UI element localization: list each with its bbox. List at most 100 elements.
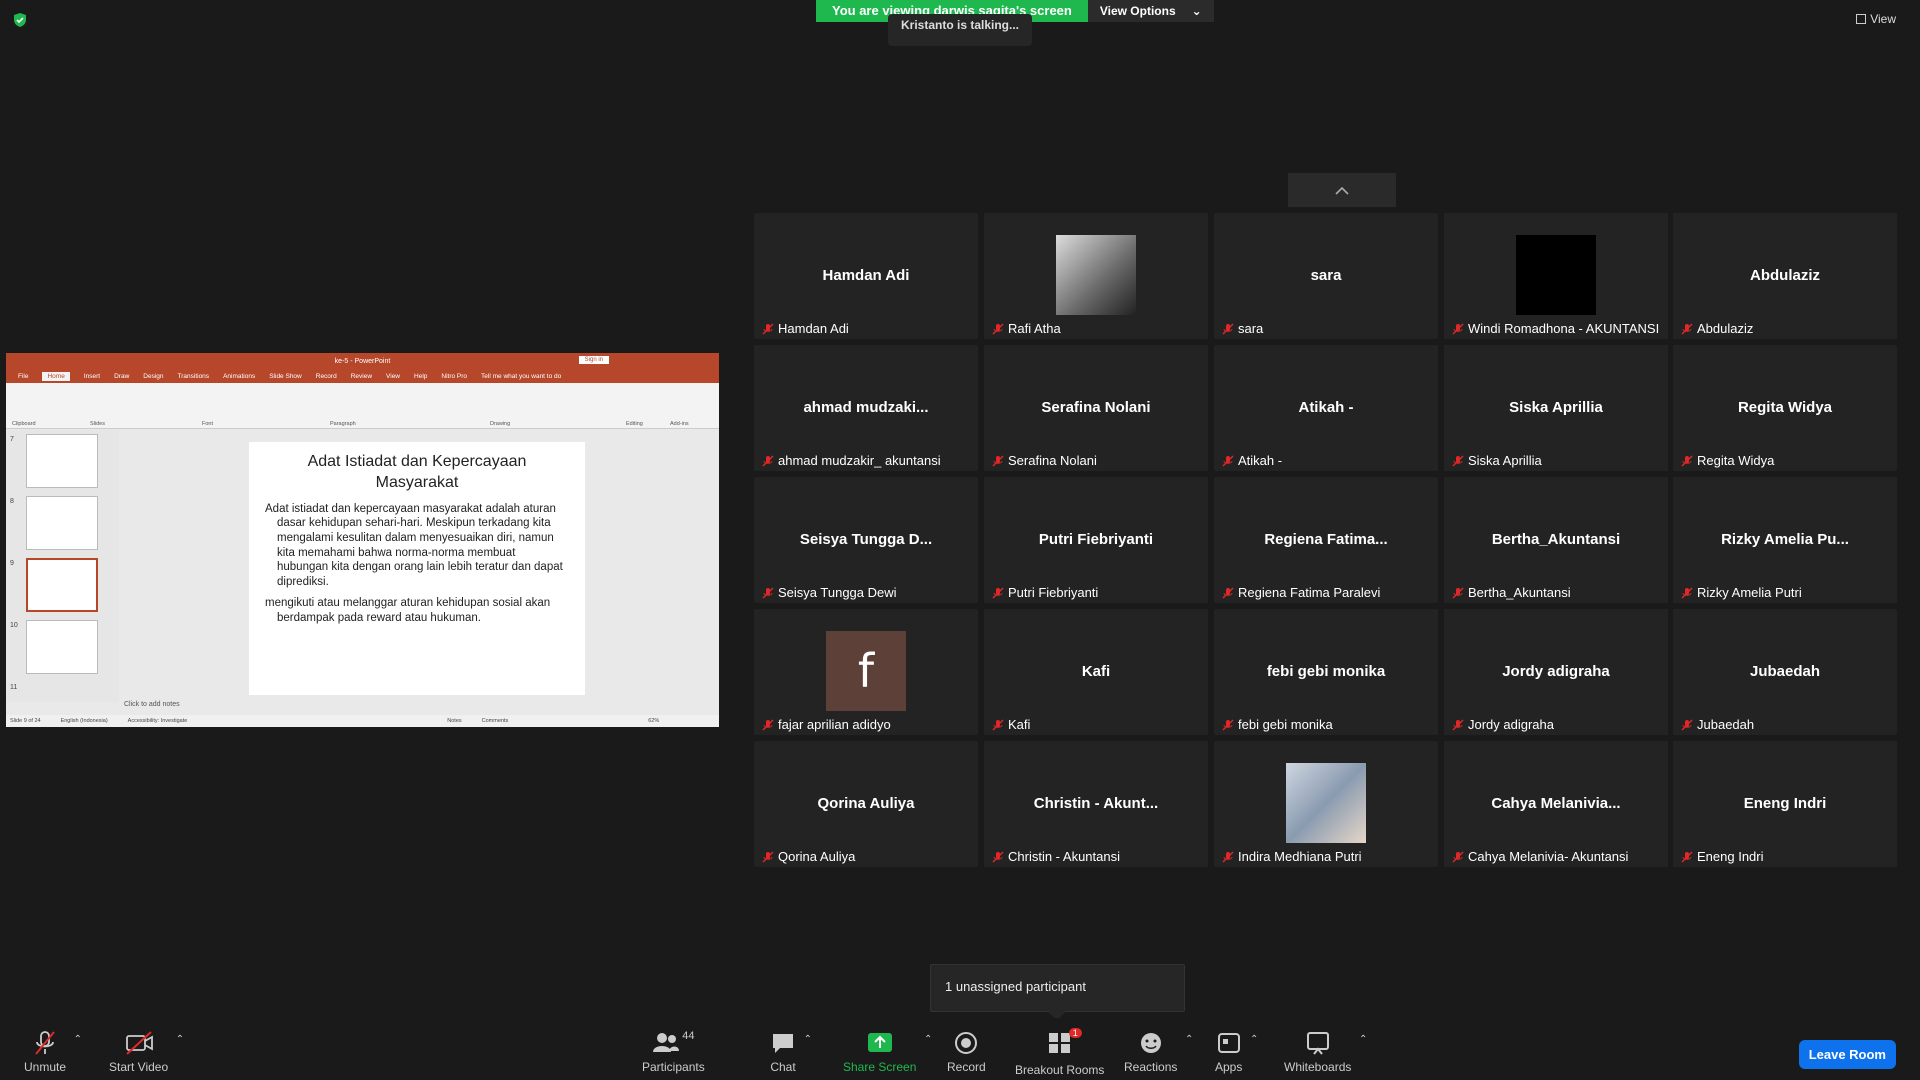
participant-tile[interactable]: sara sara bbox=[1214, 213, 1438, 339]
ppt-tab[interactable]: Help bbox=[414, 373, 427, 380]
slide-thumbnail[interactable] bbox=[26, 620, 98, 674]
shared-screen[interactable]: ke-5 - PowerPoint Sign in File Home Inse… bbox=[6, 353, 719, 727]
breakout-rooms-label: Breakout Rooms bbox=[1015, 1063, 1105, 1077]
whiteboards-button[interactable]: Whiteboards ⌃ bbox=[1284, 1030, 1367, 1074]
ppt-tab[interactable]: Animations bbox=[223, 373, 255, 380]
status-zoom[interactable]: 62% bbox=[648, 718, 659, 724]
share-screen-button[interactable]: Share Screen ⌃ bbox=[843, 1030, 932, 1074]
participant-tile[interactable]: Eneng Indri Eneng Indri bbox=[1673, 741, 1897, 867]
participant-tile[interactable]: Cahya Melanivia... Cahya Melanivia- Akunt… bbox=[1444, 741, 1668, 867]
ppt-tab[interactable]: Nitro Pro bbox=[441, 373, 467, 380]
participant-tile[interactable]: Seisya Tungga D... Seisya Tungga Dewi bbox=[754, 477, 978, 603]
participant-display-name: Atikah - bbox=[1298, 399, 1354, 416]
caret-up-icon[interactable]: ⌃ bbox=[176, 1034, 184, 1045]
participant-tile[interactable]: Bertha_Akuntansi Bertha_Akuntansi bbox=[1444, 477, 1668, 603]
ppt-tab[interactable]: Draw bbox=[114, 373, 129, 380]
caret-up-icon[interactable]: ⌃ bbox=[924, 1034, 932, 1045]
participant-name-label: Rafi Atha bbox=[992, 321, 1061, 336]
record-button[interactable]: Record bbox=[947, 1030, 986, 1074]
slide-thumbnail[interactable] bbox=[26, 496, 98, 550]
participant-tile[interactable]: Kafi Kafi bbox=[984, 609, 1208, 735]
share-screen-icon bbox=[867, 1033, 892, 1052]
participant-tile[interactable]: Rizky Amelia Pu... Rizky Amelia Putri bbox=[1673, 477, 1897, 603]
participant-tile[interactable]: Atikah - Atikah - bbox=[1214, 345, 1438, 471]
ppt-tab[interactable]: Insert bbox=[84, 373, 100, 380]
status-accessibility[interactable]: Accessibility: Investigate bbox=[128, 718, 188, 724]
participant-tile[interactable]: Christin - Akunt... Christin - Akuntansi bbox=[984, 741, 1208, 867]
participant-tile[interactable]: Hamdan Adi Hamdan Adi bbox=[754, 213, 978, 339]
status-comments[interactable]: Comments bbox=[482, 718, 509, 724]
participant-name: Christin - Akuntansi bbox=[1008, 849, 1120, 864]
participants-button[interactable]: 44 Participants bbox=[642, 1030, 705, 1074]
participant-tile[interactable]: febi gebi monika febi gebi monika bbox=[1214, 609, 1438, 735]
participant-tile[interactable]: Siska Aprillia Siska Aprillia bbox=[1444, 345, 1668, 471]
caret-up-icon[interactable]: ⌃ bbox=[1250, 1034, 1258, 1045]
status-notes[interactable]: Notes bbox=[447, 718, 461, 724]
participant-tile[interactable]: Rafi Atha bbox=[984, 213, 1208, 339]
leave-room-button[interactable]: Leave Room bbox=[1798, 1040, 1896, 1069]
ribbon-group-label: Drawing bbox=[490, 421, 511, 427]
caret-up-icon[interactable]: ⌃ bbox=[1185, 1034, 1193, 1045]
participant-display-name: Kafi bbox=[1081, 663, 1111, 680]
slide-thumbnails[interactable]: 7 8 9 10 11 bbox=[6, 430, 119, 702]
reactions-button[interactable]: Reactions ⌃ bbox=[1124, 1030, 1193, 1074]
ppt-tab[interactable]: Review bbox=[351, 373, 372, 380]
participant-tile[interactable]: Regita Widya Regita Widya bbox=[1673, 345, 1897, 471]
caret-up-icon[interactable]: ⌃ bbox=[1359, 1034, 1367, 1045]
participant-name-label: febi gebi monika bbox=[1222, 717, 1333, 732]
view-button[interactable]: View bbox=[1856, 12, 1896, 26]
participant-display-name: Abdulaziz bbox=[1750, 267, 1820, 284]
view-options-button[interactable]: View Options ⌄ bbox=[1087, 0, 1214, 22]
notes-placeholder[interactable]: Click to add notes bbox=[124, 701, 180, 708]
apps-button[interactable]: Apps ⌃ bbox=[1215, 1030, 1258, 1074]
ppt-tab[interactable]: View bbox=[386, 373, 400, 380]
participant-tile[interactable]: Windi Romadhona - AKUNTANSI bbox=[1444, 213, 1668, 339]
participant-display-name: Seisya Tungga D... bbox=[799, 531, 933, 548]
muted-mic-icon bbox=[35, 1031, 55, 1055]
share-screen-label: Share Screen bbox=[843, 1060, 917, 1074]
ppt-tab[interactable]: Transitions bbox=[178, 373, 210, 380]
participant-display-name: Hamdan Adi bbox=[822, 267, 910, 284]
apps-label: Apps bbox=[1215, 1060, 1243, 1074]
ppt-tell-me[interactable]: Tell me what you want to do bbox=[481, 373, 561, 380]
participant-tile[interactable]: Jordy adigraha Jordy adigraha bbox=[1444, 609, 1668, 735]
participant-display-name: Regita Widya bbox=[1737, 399, 1833, 416]
participant-tile[interactable]: Qorina Auliya Qorina Auliya bbox=[754, 741, 978, 867]
ppt-tab[interactable]: Home bbox=[42, 372, 70, 381]
gallery-page-up-button[interactable] bbox=[1288, 173, 1396, 207]
slide-thumbnail[interactable] bbox=[26, 434, 98, 488]
slide-canvas[interactable]: Adat Istiadat dan Kepercayaan Masyarakat… bbox=[249, 442, 585, 695]
caret-up-icon[interactable]: ⌃ bbox=[804, 1034, 812, 1045]
caret-up-icon[interactable]: ⌃ bbox=[74, 1034, 82, 1045]
participant-display-name: Rizky Amelia Pu... bbox=[1721, 531, 1849, 548]
security-shield-icon[interactable] bbox=[12, 12, 28, 28]
participant-tile[interactable]: Indira Medhiana Putri bbox=[1214, 741, 1438, 867]
participant-name-label: ahmad mudzakir_ akuntansi bbox=[762, 453, 941, 468]
chevron-up-icon bbox=[1335, 186, 1349, 195]
ppt-ribbon: Clipboard Slides Font Paragraph Drawing … bbox=[6, 383, 719, 429]
participant-name: Indira Medhiana Putri bbox=[1238, 849, 1362, 864]
participant-tile[interactable]: Abdulaziz Abdulaziz bbox=[1673, 213, 1897, 339]
ppt-tab[interactable]: Record bbox=[316, 373, 337, 380]
participant-tile[interactable]: Regiena Fatima... Regiena Fatima Paralevi bbox=[1214, 477, 1438, 603]
unmute-button[interactable]: Unmute ⌃ bbox=[24, 1030, 82, 1074]
start-video-button[interactable]: Start Video ⌃ bbox=[109, 1030, 184, 1074]
muted-mic-icon bbox=[992, 323, 1004, 334]
ppt-tab[interactable]: Slide Show bbox=[269, 373, 302, 380]
participant-tile[interactable]: ahmad mudzaki... ahmad mudzakir_ akuntans… bbox=[754, 345, 978, 471]
participant-tile[interactable]: f fajar aprilian adidyo bbox=[754, 609, 978, 735]
participant-name: Abdulaziz bbox=[1697, 321, 1754, 336]
slide-thumbnail-selected[interactable] bbox=[26, 558, 98, 612]
unassigned-toast[interactable]: 1 unassigned participant bbox=[930, 964, 1185, 1012]
unmute-label: Unmute bbox=[24, 1060, 67, 1074]
participant-tile[interactable]: Putri Fiebriyanti Putri Fiebriyanti bbox=[984, 477, 1208, 603]
ppt-tab[interactable]: Design bbox=[143, 373, 163, 380]
ppt-signin-button[interactable]: Sign in bbox=[578, 356, 609, 364]
participant-name-label: Serafina Nolani bbox=[992, 453, 1097, 468]
ppt-tab[interactable]: File bbox=[18, 373, 28, 380]
breakout-rooms-button[interactable]: 1 Breakout Rooms bbox=[1015, 1028, 1105, 1077]
participant-tile[interactable]: Serafina Nolani Serafina Nolani bbox=[984, 345, 1208, 471]
participant-tile[interactable]: Jubaedah Jubaedah bbox=[1673, 609, 1897, 735]
chat-button[interactable]: Chat ⌃ bbox=[770, 1030, 812, 1074]
view-options-label: View Options bbox=[1099, 4, 1176, 18]
